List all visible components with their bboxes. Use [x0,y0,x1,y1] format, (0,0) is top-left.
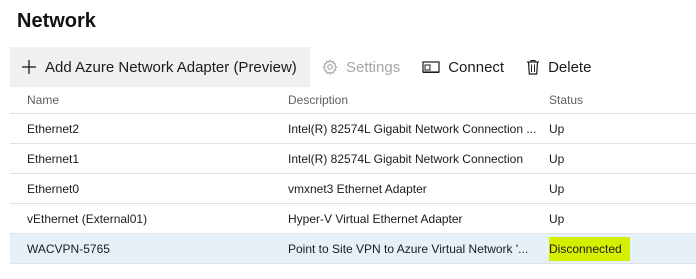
row-name: Ethernet2 [27,121,80,136]
connect-button[interactable]: Connect [412,47,516,87]
row-status: Up [549,121,565,136]
table-row[interactable]: vEthernet (External01) Hyper-V Virtual E… [10,204,696,234]
row-status: Up [549,211,565,226]
plus-icon [21,59,37,75]
table-header: Name Description Status [10,87,696,114]
row-status: Up [549,151,565,166]
delete-label: Delete [548,58,592,76]
page-title: Network [17,10,96,32]
network-adapters-table: Name Description Status Ethernet2 Intel(… [10,87,696,264]
toolbar: Add Azure Network Adapter (Preview) Sett… [10,47,603,87]
table-row[interactable]: Ethernet1 Intel(R) 82574L Gigabit Networ… [10,144,696,174]
row-name: vEthernet (External01) [27,211,148,226]
add-network-adapter-label: Add Azure Network Adapter (Preview) [45,58,297,76]
row-description: Point to Site VPN to Azure Virtual Netwo… [288,241,529,256]
trash-icon [526,59,540,75]
table-row[interactable]: Ethernet2 Intel(R) 82574L Gigabit Networ… [10,114,696,144]
settings-button[interactable]: Settings [310,47,412,87]
row-status: Up [549,181,565,196]
row-description: Intel(R) 82574L Gigabit Network Connecti… [288,121,537,136]
add-network-adapter-button[interactable]: Add Azure Network Adapter (Preview) [10,47,310,87]
gear-icon [322,59,338,75]
connect-icon [422,59,440,75]
row-name: Ethernet1 [27,151,80,166]
table-row[interactable]: Ethernet0 vmxnet3 Ethernet Adapter Up [10,174,696,204]
status-badge: Disconnected [549,236,630,261]
row-description: Intel(R) 82574L Gigabit Network Connecti… [288,151,524,166]
settings-label: Settings [346,58,401,76]
connect-label: Connect [448,58,505,76]
column-header-status[interactable]: Status [549,87,694,113]
column-header-description[interactable]: Description [288,87,544,113]
column-header-name[interactable]: Name [27,87,277,113]
delete-button[interactable]: Delete [516,47,603,87]
table-row-selected[interactable]: WACVPN-5765 Point to Site VPN to Azure V… [10,234,696,264]
row-name: WACVPN-5765 [27,241,110,256]
row-status-cell: Disconnected [549,234,694,263]
row-description: Hyper-V Virtual Ethernet Adapter [288,211,463,226]
row-description: vmxnet3 Ethernet Adapter [288,181,427,196]
row-name: Ethernet0 [27,181,80,196]
